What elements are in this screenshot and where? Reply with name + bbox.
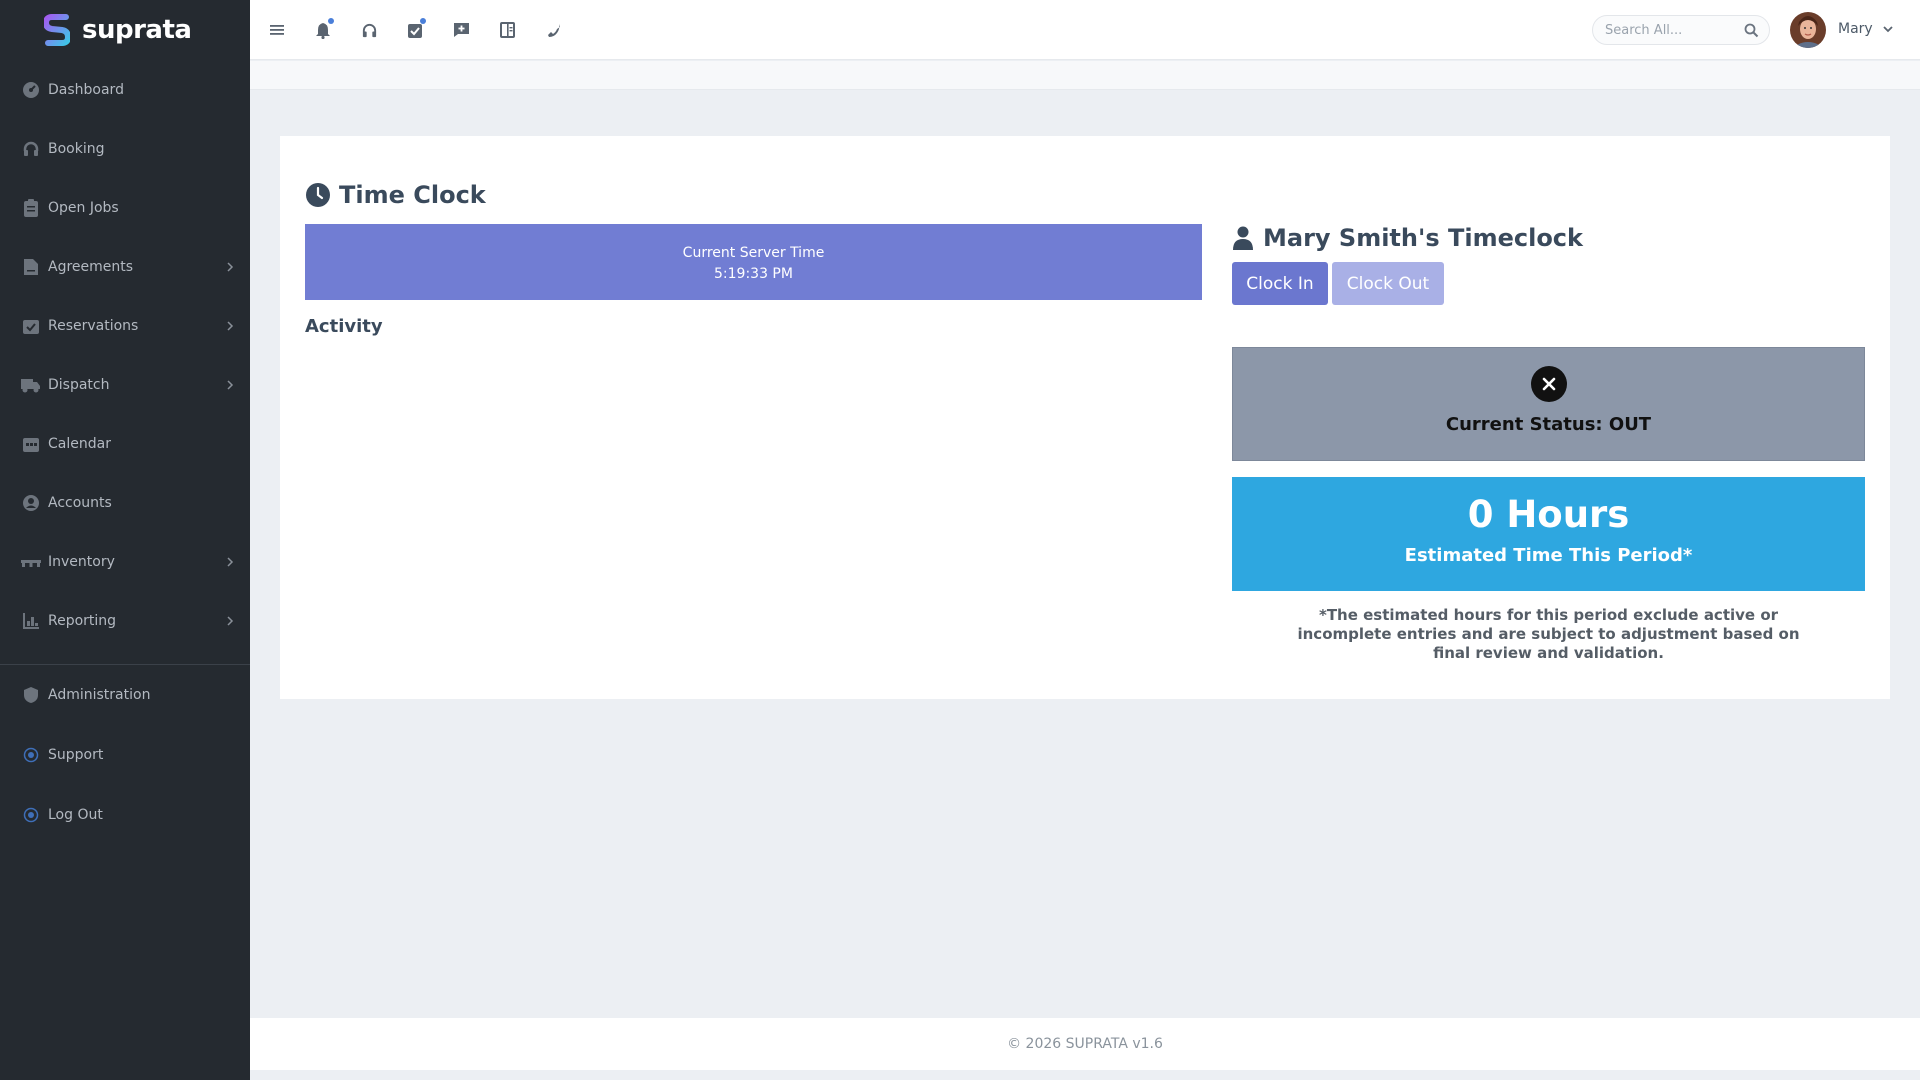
clock-out-button[interactable]: Clock Out [1332, 262, 1444, 305]
chevron-right-icon [227, 320, 234, 331]
search-input[interactable] [1593, 16, 1733, 44]
sidebar-item-label: Booking [48, 140, 105, 157]
sidebar-item-accounts[interactable]: Accounts [0, 473, 250, 532]
chevron-right-icon [227, 261, 234, 272]
sidebar-item-reporting[interactable]: Reporting [0, 591, 250, 650]
clipboard-icon [21, 198, 41, 218]
notification-dot [328, 18, 334, 24]
chevron-right-icon [227, 615, 234, 626]
sidebar-item-label: Dispatch [48, 376, 110, 393]
breadcrumb-bar [250, 61, 1920, 90]
sidebar-item-label: Agreements [48, 258, 134, 275]
phone-icon[interactable] [540, 17, 566, 43]
current-status-text: Current Status: OUT [1445, 414, 1652, 435]
sidebar-item-calendar[interactable]: Calendar [0, 414, 250, 473]
menu-icon[interactable] [264, 17, 290, 43]
user-circle-icon [21, 493, 41, 513]
search-box [1592, 15, 1770, 45]
sidebar-item-dispatch[interactable]: Dispatch [0, 355, 250, 414]
time-clock-card: Time Clock Current Server Time 5:19:33 P… [280, 136, 1890, 699]
task-icon[interactable] [402, 17, 428, 43]
radio-dot-icon [21, 805, 41, 825]
brand-logo[interactable]: suprata [0, 0, 250, 60]
dashboard-icon [21, 80, 41, 100]
close-circle-icon [1531, 366, 1567, 402]
sidebar-item-label: Accounts [48, 494, 112, 511]
bell-icon[interactable] [310, 17, 336, 43]
chart-icon [21, 611, 41, 631]
chevron-right-icon [227, 556, 234, 567]
page-title-text: Time Clock [339, 181, 486, 209]
topbar: Mary [250, 0, 1920, 60]
sidebar-item-label: Open Jobs [48, 199, 119, 216]
message-plus-icon[interactable] [448, 17, 474, 43]
sidebar-secondary-nav: Administration Support Log Out [0, 665, 250, 845]
sidebar-item-label: Log Out [48, 807, 103, 823]
sidebar-item-label: Administration [48, 687, 151, 703]
suprata-logo-icon [44, 14, 70, 46]
clock-in-button[interactable]: Clock In [1232, 262, 1328, 305]
timeclock-title: Mary Smith's Timeclock [1233, 224, 1583, 252]
sidebar-item-booking[interactable]: Booking [0, 119, 250, 178]
chevron-down-icon[interactable] [1882, 23, 1894, 35]
calendar-check-icon [21, 316, 41, 336]
brand-name: suprata [82, 15, 192, 45]
user-name[interactable]: Mary [1838, 21, 1873, 37]
sidebar-item-label: Support [48, 747, 104, 763]
server-time-value: 5:19:33 PM [714, 266, 793, 282]
user-icon [1233, 226, 1253, 250]
sidebar-item-reservations[interactable]: Reservations [0, 296, 250, 355]
estimated-hours-box: 0 Hours Estimated Time This Period* [1232, 477, 1865, 591]
clock-icon [306, 183, 330, 207]
server-time-label: Current Server Time [682, 245, 825, 261]
sidebar-item-agreements[interactable]: Agreements [0, 237, 250, 296]
search-icon[interactable] [1744, 23, 1759, 38]
sidebar: suprata Dashboard Booking Open Jobs Agre… [0, 0, 250, 1080]
calendar-icon [21, 434, 41, 454]
chevron-right-icon [227, 379, 234, 390]
ledger-icon[interactable] [494, 17, 520, 43]
hours-label: Estimated Time This Period* [1404, 545, 1693, 566]
activity-heading: Activity [305, 316, 383, 337]
sidebar-item-administration[interactable]: Administration [0, 665, 250, 725]
footer: © 2026 SUPRATA v1.6 [250, 1018, 1920, 1070]
pallet-icon [21, 552, 41, 572]
sidebar-item-support[interactable]: Support [0, 725, 250, 785]
hours-value: 0 Hours [1467, 493, 1630, 536]
notification-dot [420, 18, 426, 24]
headset-icon[interactable] [356, 17, 382, 43]
shield-icon [21, 685, 41, 705]
sidebar-item-inventory[interactable]: Inventory [0, 532, 250, 591]
topbar-icons [264, 17, 566, 43]
sidebar-item-label: Reservations [48, 317, 139, 334]
sidebar-item-dashboard[interactable]: Dashboard [0, 60, 250, 119]
estimated-hours-note: *The estimated hours for this period exc… [1297, 606, 1800, 662]
sidebar-item-label: Dashboard [48, 81, 124, 98]
avatar[interactable] [1790, 12, 1826, 48]
sidebar-item-open-jobs[interactable]: Open Jobs [0, 178, 250, 237]
sidebar-item-label: Inventory [48, 553, 115, 570]
page-title: Time Clock [305, 181, 486, 209]
radio-dot-icon [21, 745, 41, 765]
sidebar-item-label: Reporting [48, 612, 117, 629]
sidebar-nav: Dashboard Booking Open Jobs Agreements R… [0, 60, 250, 650]
sidebar-item-label: Calendar [48, 435, 111, 452]
file-contract-icon [21, 257, 41, 277]
headset-icon [21, 139, 41, 159]
current-status-box: Current Status: OUT [1232, 347, 1865, 461]
sidebar-item-log-out[interactable]: Log Out [0, 785, 250, 845]
timeclock-title-text: Mary Smith's Timeclock [1263, 224, 1583, 252]
truck-icon [21, 375, 41, 395]
server-time-box: Current Server Time 5:19:33 PM [305, 224, 1202, 300]
